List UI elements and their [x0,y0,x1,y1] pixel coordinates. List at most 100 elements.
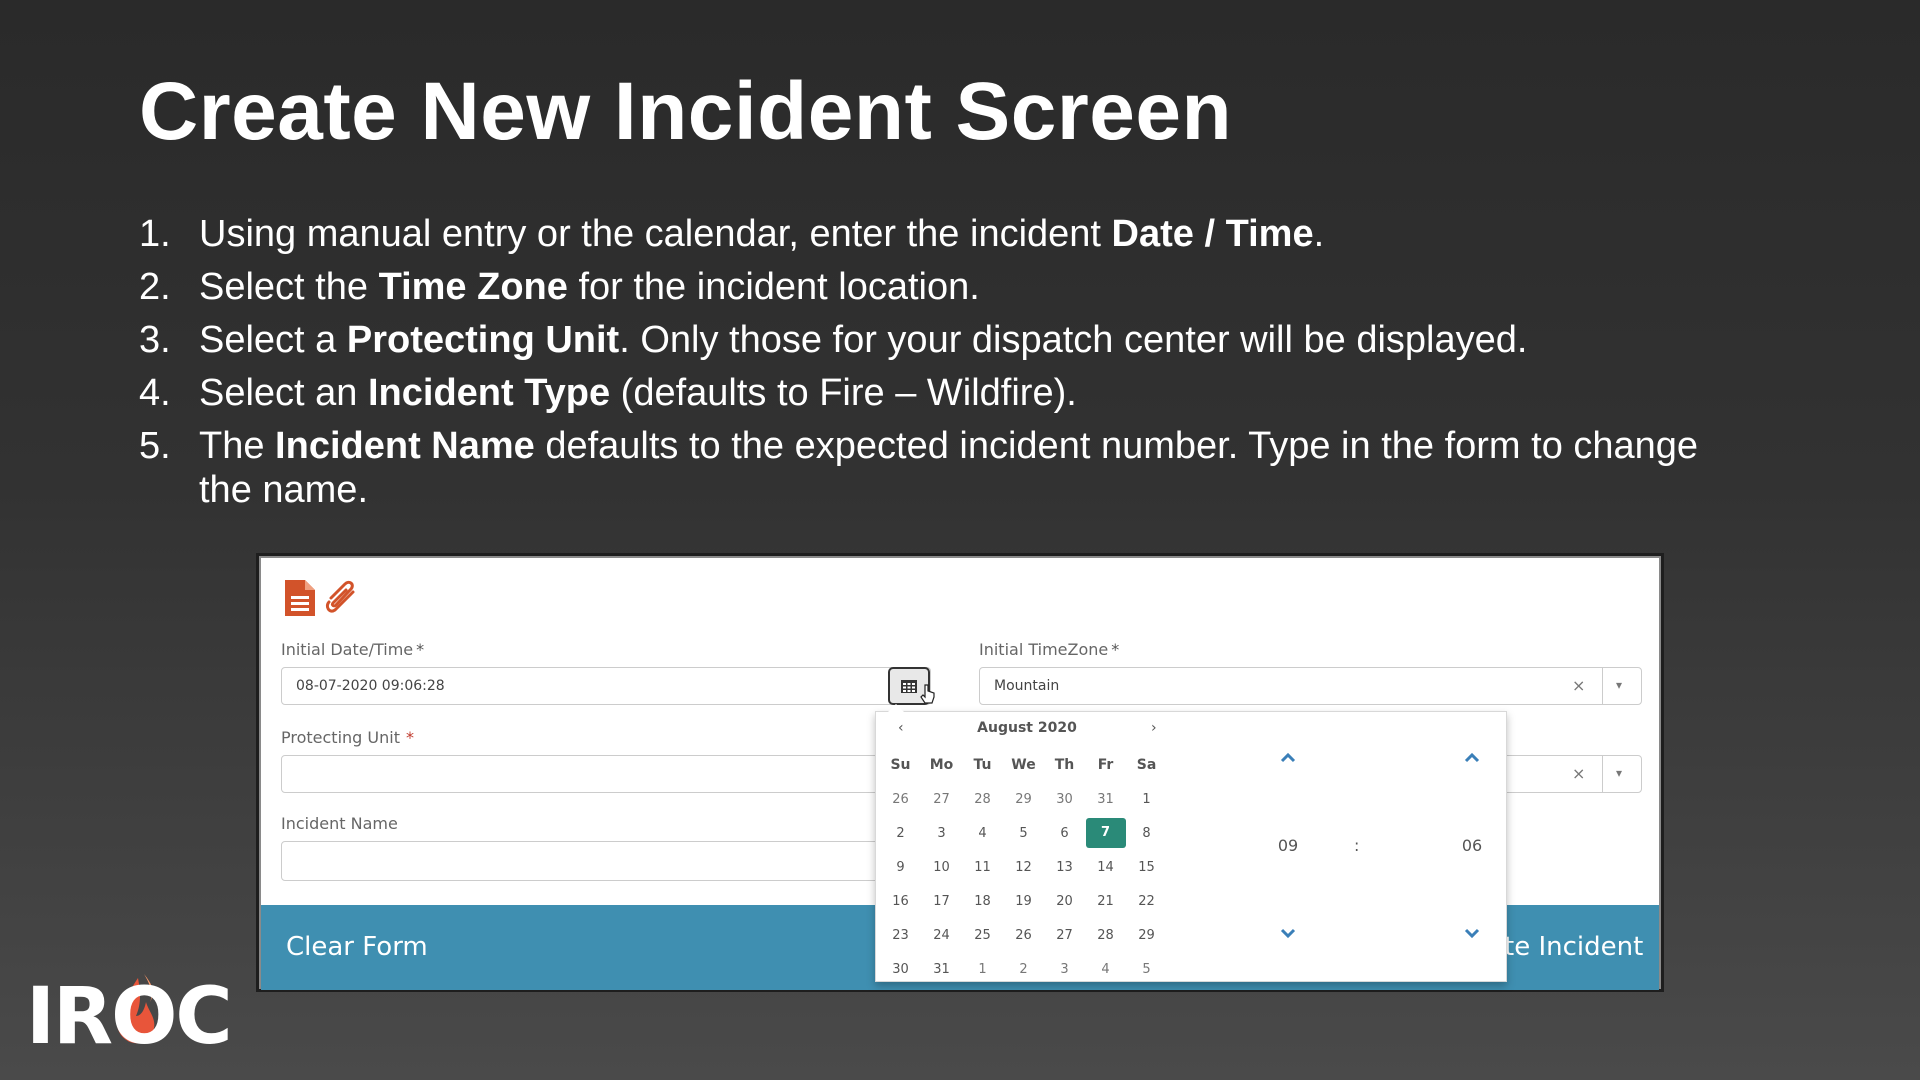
calendar-day[interactable]: 29 [1003,792,1044,807]
initial-datetime-input[interactable]: 08-07-2020 09:06:28 [281,667,931,705]
calendar-day[interactable]: 1 [1126,792,1167,807]
minute-value[interactable]: 06 [1442,836,1502,855]
step-text: . [1313,213,1325,255]
calendar-day[interactable]: 4 [962,826,1003,841]
day-number: 3 [937,825,946,841]
day-number: 1 [978,961,987,977]
calendar-day[interactable]: 29 [1126,928,1167,943]
day-number: 10 [933,859,950,875]
calendar-day[interactable]: 16 [880,894,921,909]
form-toolbar [283,578,359,622]
required-mark: * [1111,640,1120,659]
day-number: 30 [892,961,909,977]
calendar-day[interactable]: 5 [1003,826,1044,841]
clear-form-button[interactable]: Clear Form [286,905,428,990]
logo-text: IROC [26,972,233,1062]
minute-increment-chevron-up-icon[interactable] [1442,748,1502,768]
calendar-day[interactable]: 31 [921,962,962,977]
calendar-day[interactable]: 23 [880,928,921,943]
calendar-day[interactable]: 17 [921,894,962,909]
day-number: 17 [933,893,950,909]
calendar-day[interactable]: 2 [880,826,921,841]
select-divider [1602,667,1603,705]
calendar-button[interactable] [888,667,935,705]
day-number: 28 [974,791,991,807]
instruction-step-1: 1. Using manual entry or the calendar, e… [139,212,1699,256]
incident-name-input[interactable] [281,841,921,881]
day-number: 2 [896,825,905,841]
calendar-day[interactable]: 14 [1085,860,1126,875]
timezone-select[interactable]: Mountain [979,667,1642,705]
protecting-unit-label: Protecting Unit * [281,728,414,747]
calendar-week-row: 9 10 11 12 13 14 15 [880,850,1170,884]
day-number: 24 [933,927,950,943]
calendar-day[interactable]: 31 [1085,792,1126,807]
day-number: 12 [1015,859,1032,875]
calendar-day-selected[interactable]: 7 [1085,818,1126,848]
clear-timezone-icon[interactable]: × [1572,676,1585,695]
create-incident-button[interactable]: te Incident [1504,905,1643,990]
required-mark: * [405,728,414,747]
step-text: Select a [199,319,347,361]
calendar-day[interactable]: 3 [1044,962,1085,977]
calendar-day[interactable]: 9 [880,860,921,875]
protecting-unit-select[interactable] [281,755,921,793]
calendar-day[interactable]: 10 [921,860,962,875]
document-icon[interactable] [283,578,317,622]
weekday-header-cell: We [1011,757,1036,773]
calendar-day[interactable]: 22 [1126,894,1167,909]
calendar-day[interactable]: 11 [962,860,1003,875]
calendar-day[interactable]: 26 [1003,928,1044,943]
calendar-day[interactable]: 18 [962,894,1003,909]
weekday-header-cell: Su [890,757,911,773]
calendar-day[interactable]: 19 [1003,894,1044,909]
calendar-day[interactable]: 6 [1044,826,1085,841]
hour-decrement-chevron-down-icon[interactable] [1258,923,1318,943]
clear-incident-type-icon[interactable]: × [1572,764,1585,783]
calendar-day[interactable]: 20 [1044,894,1085,909]
step-text: (defaults to Fire – Wildfire). [610,372,1077,414]
datetime-picker-popup: ‹ August 2020 › Su Mo Tu We Th Fr Sa 26 27 28 29 3… [875,704,1507,982]
calendar-day[interactable]: 30 [880,962,921,977]
hour-value[interactable]: 09 [1258,836,1318,855]
weekday-header: Su Mo Tu We Th Fr Sa [880,748,1170,782]
calendar-day[interactable]: 4 [1085,962,1126,977]
calendar-day[interactable]: 12 [1003,860,1044,875]
paperclip-icon[interactable] [323,578,359,622]
hour-increment-chevron-up-icon[interactable] [1258,748,1318,768]
step-number: 5. [139,425,171,467]
step-emphasis: Incident Name [275,425,535,467]
calendar-day[interactable]: 28 [962,792,1003,807]
chevron-down-icon[interactable]: ▾ [1616,766,1622,780]
calendar-week-row: 26 27 28 29 30 31 1 [880,782,1170,816]
calendar-day[interactable]: 24 [921,928,962,943]
select-divider [1602,755,1603,793]
calendar-day[interactable]: 25 [962,928,1003,943]
chevron-down-icon[interactable]: ▾ [1616,678,1622,692]
next-month-button[interactable]: › [1151,720,1157,736]
instruction-list: 1. Using manual entry or the calendar, e… [139,212,1699,521]
calendar-week-row: 23 24 25 26 27 28 29 [880,918,1170,952]
step-number: 3. [139,319,171,361]
minute-decrement-chevron-down-icon[interactable] [1442,923,1502,943]
instruction-step-2: 2. Select the Time Zone for the incident… [139,265,1699,309]
calendar-day[interactable]: 1 [962,962,1003,977]
month-label[interactable]: August 2020 [876,720,1178,736]
calendar-day[interactable]: 5 [1126,962,1167,977]
incident-name-label: Incident Name [281,814,398,833]
calendar-day[interactable]: 28 [1085,928,1126,943]
day-number: 9 [896,859,905,875]
calendar-day[interactable]: 8 [1126,826,1167,841]
calendar-day[interactable]: 13 [1044,860,1085,875]
calendar-day[interactable]: 15 [1126,860,1167,875]
calendar-day[interactable]: 27 [921,792,962,807]
day-number: 30 [1056,791,1073,807]
calendar-day[interactable]: 27 [1044,928,1085,943]
calendar-day[interactable]: 21 [1085,894,1126,909]
calendar-day[interactable]: 26 [880,792,921,807]
calendar-day[interactable]: 3 [921,826,962,841]
day-number: 27 [933,791,950,807]
label-text: Initial Date/Time [281,640,414,659]
calendar-day[interactable]: 30 [1044,792,1085,807]
calendar-day[interactable]: 2 [1003,962,1044,977]
